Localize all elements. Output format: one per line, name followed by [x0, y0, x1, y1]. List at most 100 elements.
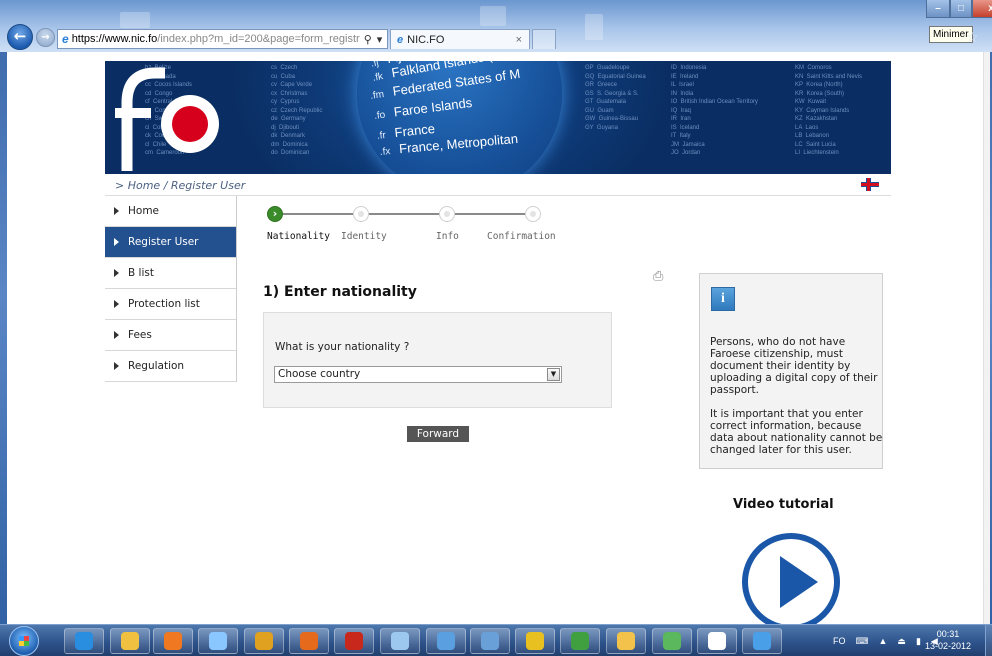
window-controls: – □ x: [926, 0, 992, 18]
breadcrumb[interactable]: > Home / Register User: [115, 179, 245, 192]
lock-icon[interactable]: 🔒: [387, 33, 388, 46]
country-select[interactable]: Choose country ▼: [274, 366, 562, 383]
taskbar-chrome-button[interactable]: [244, 628, 284, 654]
minimize-button[interactable]: –: [926, 0, 950, 18]
forward-nav-button[interactable]: →: [36, 28, 55, 47]
step-connector: [283, 213, 353, 215]
info-box: i Persons, who do not have Faroese citiz…: [699, 273, 883, 469]
play-video-icon[interactable]: [742, 533, 840, 624]
taskbar-notepad-button[interactable]: [380, 628, 420, 654]
print-icon[interactable]: ⎙: [653, 269, 665, 284]
folder-icon: [617, 632, 635, 650]
tool-icon: [481, 632, 499, 650]
taskbar-ie-button[interactable]: [64, 628, 104, 654]
show-desktop-button[interactable]: [985, 625, 992, 656]
banner-country-list: ID Indonesia IE Ireland IL Israel IN Ind…: [671, 65, 758, 156]
sidebar-item-label: Home: [128, 205, 160, 217]
chevron-right-icon: [114, 331, 119, 339]
maximize-button[interactable]: □: [950, 0, 972, 18]
step-label-nationality: Nationality: [267, 231, 330, 242]
taskbar-excel-file-button[interactable]: [697, 628, 737, 654]
taskbar-paint-button[interactable]: [198, 628, 238, 654]
chevron-down-icon[interactable]: ▼: [547, 368, 560, 381]
banner-country-list: cs Czech cu Cuba cv Cape Verde cx Christ…: [271, 65, 323, 156]
sidebar-item-fees[interactable]: Fees: [105, 320, 236, 351]
globe-domain-code: .fr: [376, 130, 387, 142]
step-dot-info: [439, 206, 455, 222]
usb-icon[interactable]: ⏏: [897, 636, 906, 647]
sidebar-item-b-list[interactable]: B list: [105, 258, 236, 289]
taskbar-people-button[interactable]: [652, 628, 692, 654]
info-paragraph: It is important that you enter correct i…: [710, 408, 883, 456]
logo-red-dot: [172, 106, 208, 142]
filezilla-icon: [345, 632, 363, 650]
page-viewport: bz Belize ca Canada cc Cocos Islands cd …: [7, 52, 990, 624]
chevron-right-icon: [114, 300, 119, 308]
app-window-icon: [753, 632, 771, 650]
dropdown-icon[interactable]: ▾: [377, 33, 383, 46]
chevron-right-icon: [114, 269, 119, 277]
faroese-flag-icon[interactable]: [861, 178, 879, 191]
start-button[interactable]: [9, 626, 39, 656]
desktop-decoration: [120, 12, 150, 28]
taskbar-network-button[interactable]: [426, 628, 466, 654]
taskbar-app-window-button[interactable]: [742, 628, 782, 654]
sidebar-item-regulation[interactable]: Regulation: [105, 351, 236, 382]
language-indicator[interactable]: FO: [833, 636, 846, 646]
ie-icon: [75, 632, 93, 650]
step-connector: [369, 213, 439, 215]
back-button[interactable]: ←: [7, 24, 33, 50]
taskbar-users-button[interactable]: [515, 628, 555, 654]
taskbar-media-player-button[interactable]: [153, 628, 193, 654]
taskbar-firefox-button[interactable]: [289, 628, 329, 654]
tab-nic-fo[interactable]: e NIC.FO ×: [390, 29, 530, 49]
step-dot-identity: [353, 206, 369, 222]
chevron-right-icon: [114, 362, 119, 370]
new-tab-button[interactable]: [532, 29, 556, 49]
header-banner: bz Belize ca Canada cc Cocos Islands cd …: [105, 61, 891, 174]
scrollbar[interactable]: [983, 52, 990, 624]
sidebar-item-register-user[interactable]: Register User: [105, 227, 236, 258]
windows-logo-icon: [19, 636, 29, 646]
taskbar-green-app-button[interactable]: [560, 628, 600, 654]
taskbar-folder-button[interactable]: [606, 628, 646, 654]
media-player-icon: [164, 632, 182, 650]
browser-chrome: – □ x Minimer ☆ ← → e https://www.nic.fo…: [0, 0, 992, 52]
desktop-decoration: [480, 6, 506, 26]
step-label-info: Info: [436, 231, 459, 242]
url-path: /index.php?m_id=200&page=form_registr: [157, 33, 360, 45]
chrome-icon: [255, 632, 273, 650]
show-hidden-icons[interactable]: ▲: [879, 636, 888, 646]
sidebar-item-label: Regulation: [128, 360, 185, 372]
clock-time: 00:31: [936, 629, 960, 639]
favorites-star-icon[interactable]: ☆: [966, 30, 979, 46]
keyboard-icon[interactable]: ⌨: [856, 636, 869, 647]
network-icon: [437, 632, 455, 650]
tab-close-icon[interactable]: ×: [516, 34, 529, 46]
banner-country-list: GP Guadeloupe GQ Equatorial Guinea GR Gr…: [585, 65, 646, 131]
sidebar-item-home[interactable]: Home: [105, 196, 236, 227]
sidebar-item-protection-list[interactable]: Protection list: [105, 289, 236, 320]
site-icon: e: [62, 32, 69, 46]
nationality-question: What is your nationality ?: [275, 341, 410, 353]
address-bar[interactable]: e https://www.nic.fo/index.php?m_id=200&…: [57, 29, 388, 49]
tab-title: NIC.FO: [407, 33, 445, 46]
banner-country-list: KM Comoros KN Saint Kitts and Nevis KP K…: [795, 65, 863, 156]
taskbar-filezilla-button[interactable]: [334, 628, 374, 654]
taskbar-tool-button[interactable]: [470, 628, 510, 654]
sidebar-item-label: Protection list: [128, 298, 200, 310]
fo-logo[interactable]: [105, 61, 223, 174]
step-dot-confirmation: [525, 206, 541, 222]
forward-button[interactable]: Forward: [407, 426, 469, 442]
search-icon[interactable]: ⚲: [364, 33, 372, 46]
chevron-right-icon: [114, 238, 119, 246]
taskbar-explorer-button[interactable]: [110, 628, 150, 654]
notepad-icon: [391, 632, 409, 650]
excel-file-icon: [708, 632, 726, 650]
globe-domain-code: .fo: [373, 109, 386, 122]
clock[interactable]: 00:31 13-02-2012: [918, 628, 978, 652]
users-icon: [526, 632, 544, 650]
close-window-button[interactable]: x: [972, 0, 992, 18]
paint-icon: [209, 632, 227, 650]
firefox-icon: [300, 632, 318, 650]
